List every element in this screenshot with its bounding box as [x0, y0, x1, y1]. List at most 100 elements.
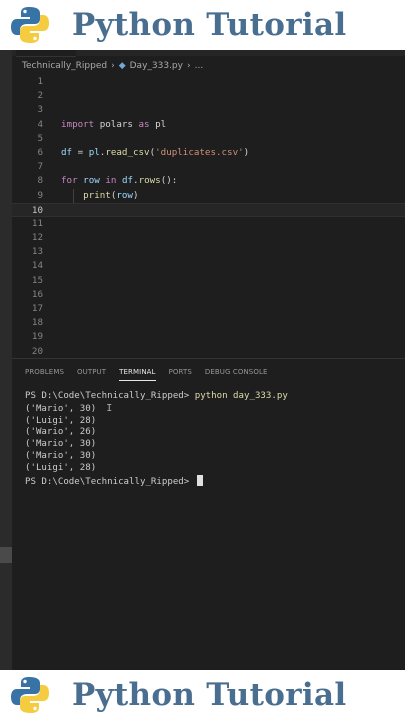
code-text: df = pl.read_csv('duplicates.csv') — [61, 146, 249, 160]
terminal-output-line: ('Luigi', 28) — [25, 415, 97, 426]
panel-tabs: PROBLEMS OUTPUT TERMINAL PORTS DEBUG CONSOLE — [25, 368, 267, 381]
code-line[interactable]: 13 — [12, 245, 405, 259]
chevron-right-icon: › — [186, 61, 191, 71]
code-line[interactable]: 11 — [12, 217, 405, 231]
code-line[interactable]: 7 — [12, 160, 405, 174]
code-line[interactable]: 2 — [12, 89, 405, 103]
tab-problems[interactable]: PROBLEMS — [25, 368, 64, 381]
line-number: 3 — [37, 104, 43, 116]
code-token: in — [105, 175, 117, 187]
code-token: for — [61, 175, 78, 187]
python-file-icon: ◆ — [118, 61, 126, 71]
text-cursor-icon: I — [106, 402, 113, 414]
code-line[interactable]: 9 print(row) — [12, 188, 405, 203]
code-line[interactable]: 14 — [12, 259, 405, 273]
breadcrumb[interactable]: Technically_Ripped › ◆ Day_333.py › ... — [22, 61, 203, 71]
code-line[interactable]: 19 — [12, 330, 405, 344]
line-number: 1 — [37, 76, 43, 87]
breadcrumb-trail[interactable]: ... — [195, 61, 204, 71]
editor-tab[interactable] — [16, 50, 76, 57]
line-number: 17 — [31, 303, 43, 314]
terminal-output-line: ('Mario', 30) — [25, 450, 97, 461]
line-number: 6 — [37, 146, 43, 158]
code-line[interactable]: 5 — [12, 132, 405, 146]
code-token: = — [72, 146, 89, 158]
chevron-right-icon: › — [111, 61, 115, 71]
editor-tab-strip — [0, 50, 405, 57]
terminal-output-line: ('Mario', 30) — [25, 439, 97, 450]
line-number: 19 — [31, 331, 43, 343]
terminal-prompt: PS D:\Code\Technically_Ripped> — [25, 391, 195, 401]
banner-title: Python Tutorial — [72, 677, 347, 713]
code-token: polars — [94, 118, 139, 130]
code-token: pl — [149, 118, 167, 130]
code-line[interactable]: 6 df = pl.read_csv('duplicates.csv') — [12, 146, 405, 160]
code-token: print — [83, 189, 111, 201]
code-line[interactable]: 1 — [12, 75, 405, 89]
line-number: 18 — [31, 317, 43, 329]
code-token: (): — [160, 175, 178, 187]
code-line[interactable]: 15 — [12, 274, 405, 288]
bottom-banner: Python Tutorial — [0, 670, 405, 720]
activity-bar — [0, 50, 12, 670]
line-number: 10 — [31, 204, 43, 216]
terminal-output-line: ('Mario', 30) — [25, 403, 97, 414]
line-number: 14 — [31, 260, 43, 272]
terminal-output-line: ('Luigi', 28) — [25, 462, 97, 473]
code-token: df — [121, 175, 134, 187]
code-line[interactable]: 8 for row in df.rows(): — [12, 174, 405, 188]
code-editor[interactable]: Technically_Ripped › ◆ Day_333.py › ... … — [0, 50, 405, 671]
code-token: ) — [243, 146, 250, 158]
code-token: 'duplicates.csv' — [155, 146, 244, 158]
line-number: 8 — [37, 175, 43, 187]
code-text: for row in df.rows(): — [61, 174, 177, 188]
code-area[interactable]: 1 2 3 4 import polars as pl 5 6 df = pl.read_cs… — [12, 75, 405, 359]
terminal[interactable]: PS D:\Code\Technically_Ripped> python da… — [25, 391, 288, 488]
line-number: 20 — [31, 345, 43, 357]
line-number: 5 — [37, 132, 43, 144]
python-logo-icon — [11, 7, 49, 43]
tab-output[interactable]: OUTPUT — [77, 368, 106, 381]
line-number: 7 — [37, 161, 43, 173]
line-number: 4 — [37, 118, 43, 130]
tab-debug-console[interactable]: DEBUG CONSOLE — [205, 368, 268, 381]
code-line[interactable]: 20 — [12, 345, 405, 359]
code-token: as — [138, 118, 150, 130]
python-logo-icon — [11, 677, 49, 713]
tab-terminal[interactable]: TERMINAL — [119, 368, 156, 381]
line-number: 13 — [31, 246, 43, 258]
line-number: 12 — [31, 232, 43, 244]
top-banner: Python Tutorial — [0, 0, 405, 50]
code-line[interactable]: 17 — [12, 302, 405, 316]
code-line[interactable]: 16 — [12, 288, 405, 302]
code-token: read_csv — [105, 146, 150, 158]
code-line[interactable]: 10 — [12, 202, 405, 217]
code-token: df — [61, 146, 73, 158]
terminal-command: python day_333.py — [194, 391, 288, 401]
breadcrumb-folder[interactable]: Technically_Ripped — [22, 61, 107, 71]
breadcrumb-file[interactable]: Day_333.py — [130, 61, 183, 71]
code-line[interactable]: 3 — [12, 103, 405, 117]
code-token: pl — [88, 146, 100, 158]
activity-bar-indicator — [0, 547, 12, 563]
terminal-cursor — [196, 474, 203, 486]
code-token: import — [61, 118, 95, 130]
line-number: 15 — [31, 274, 43, 286]
line-number: 2 — [37, 90, 43, 102]
banner-title: Python Tutorial — [72, 7, 347, 43]
code-line[interactable]: 4 import polars as pl — [12, 118, 405, 132]
code-token: rows — [138, 175, 161, 187]
line-number: 9 — [37, 189, 43, 201]
line-number: 16 — [31, 288, 43, 300]
code-line[interactable]: 12 — [12, 231, 405, 245]
terminal-output-line: ('Wario', 26) — [25, 427, 97, 438]
bottom-panel: PROBLEMS OUTPUT TERMINAL PORTS DEBUG CONSOLE… — [12, 358, 405, 671]
code-token: row — [83, 175, 100, 187]
code-text: import polars as pl — [61, 118, 166, 132]
tab-ports[interactable]: PORTS — [169, 368, 192, 381]
indent-guide — [73, 188, 74, 203]
code-line[interactable]: 18 — [12, 316, 405, 330]
line-number: 11 — [31, 217, 43, 229]
terminal-final-prompt: PS D:\Code\Technically_Ripped> — [25, 476, 195, 487]
code-token: ) — [132, 189, 139, 201]
